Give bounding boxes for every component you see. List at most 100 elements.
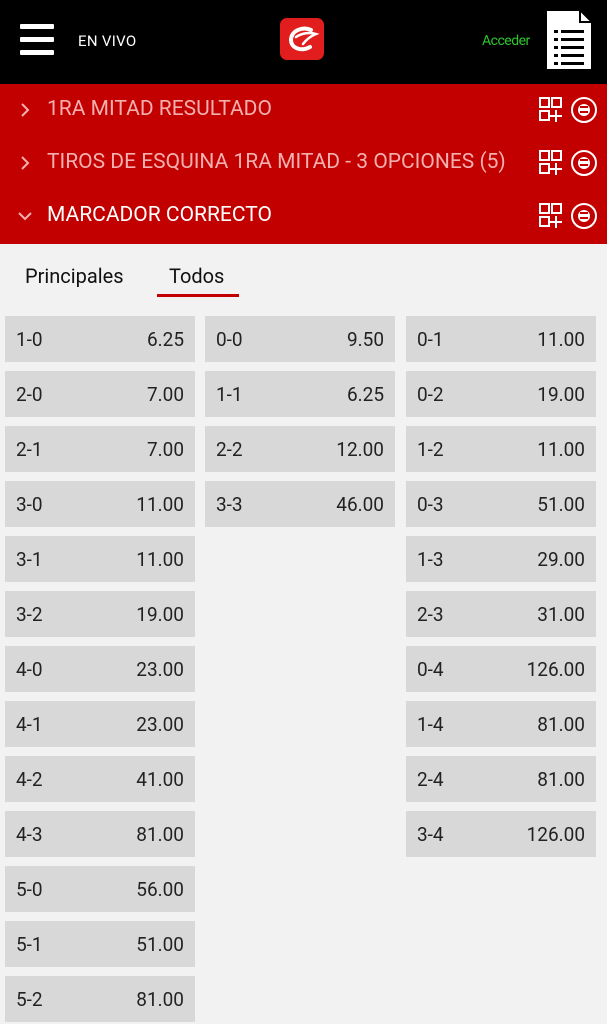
odds-button[interactable]: 5-1 51.00 (5, 921, 195, 967)
tab-principales[interactable]: Principales (25, 264, 124, 288)
score-label: 5-1 (16, 933, 43, 956)
odds-button[interactable]: 3-4 126.00 (406, 811, 596, 857)
score-label: 4-2 (16, 768, 43, 791)
odds-value: 51.00 (136, 933, 184, 956)
odds-button[interactable]: 2-3 31.00 (406, 591, 596, 637)
odds-button[interactable]: 2-2 12.00 (205, 426, 395, 472)
odds-button[interactable]: 2-1 7.00 (5, 426, 195, 472)
cash-refresh-icon[interactable] (571, 203, 597, 229)
score-label: 3-4 (417, 823, 444, 846)
live-link[interactable]: EN VIVO (78, 32, 136, 50)
score-label: 2-4 (417, 768, 444, 791)
selection-tabs: Principales Todos (0, 244, 607, 302)
cash-refresh-icon[interactable] (571, 150, 597, 176)
odds-button[interactable]: 2-4 81.00 (406, 756, 596, 802)
chevron-right-icon (21, 103, 30, 117)
add-grid-icon[interactable] (539, 97, 562, 122)
odds-value: 81.00 (136, 988, 184, 1011)
score-label: 3-3 (216, 493, 243, 516)
odds-value: 51.00 (537, 493, 585, 516)
menu-icon[interactable] (20, 24, 54, 56)
score-label: 3-0 (16, 493, 43, 516)
odds-button[interactable]: 0-3 51.00 (406, 481, 596, 527)
odds-button[interactable]: 1-0 6.25 (5, 316, 195, 362)
market-row-first-half-result[interactable]: 1RA MITAD RESULTADO (0, 84, 607, 137)
score-label: 1-2 (417, 438, 444, 461)
score-label: 1-1 (216, 383, 243, 406)
odds-value: 11.00 (537, 328, 585, 351)
odds-value: 6.25 (346, 383, 384, 406)
market-list: 1RA MITAD RESULTADO TIROS DE ESQUINA 1RA… (0, 84, 607, 244)
odds-button[interactable]: 0-4 126.00 (406, 646, 596, 692)
odds-value: 11.00 (136, 493, 184, 516)
odds-button[interactable]: 2-0 7.00 (5, 371, 195, 417)
odds-value: 29.00 (537, 548, 585, 571)
odds-button[interactable]: 1-3 29.00 (406, 536, 596, 582)
odds-button[interactable]: 1-4 81.00 (406, 701, 596, 747)
score-label: 2-1 (16, 438, 43, 461)
score-label: 3-2 (16, 603, 43, 626)
odds-value: 6.25 (146, 328, 184, 351)
odds-button[interactable]: 4-1 23.00 (5, 701, 195, 747)
odds-value: 81.00 (136, 823, 184, 846)
odds-button[interactable]: 4-0 23.00 (5, 646, 195, 692)
market-title: MARCADOR CORRECTO (47, 203, 272, 227)
add-grid-icon[interactable] (539, 203, 562, 228)
score-label: 5-0 (16, 878, 43, 901)
odds-button[interactable]: 0-1 11.00 (406, 316, 596, 362)
odds-button[interactable]: 3-1 11.00 (5, 536, 195, 582)
score-label: 1-4 (417, 713, 444, 736)
odds-button[interactable]: 5-2 81.00 (5, 976, 195, 1022)
score-label: 5-2 (16, 988, 43, 1011)
odds-value: 31.00 (537, 603, 585, 626)
score-label: 0-2 (417, 383, 444, 406)
market-row-corners[interactable]: TIROS DE ESQUINA 1RA MITAD - 3 OPCIONES … (0, 137, 607, 190)
odds-button[interactable]: 4-2 41.00 (5, 756, 195, 802)
chevron-down-icon (18, 212, 32, 221)
odds-button[interactable]: 3-2 19.00 (5, 591, 195, 637)
odds-value: 7.00 (146, 438, 184, 461)
odds-button[interactable]: 4-3 81.00 (5, 811, 195, 857)
score-label: 3-1 (16, 548, 43, 571)
odds-value: 23.00 (136, 713, 184, 736)
odds-button[interactable]: 0-2 19.00 (406, 371, 596, 417)
odds-button[interactable]: 3-0 11.00 (5, 481, 195, 527)
market-row-correct-score[interactable]: MARCADOR CORRECTO (0, 190, 607, 243)
score-label: 2-2 (216, 438, 243, 461)
odds-value: 7.00 (146, 383, 184, 406)
score-label: 4-3 (16, 823, 43, 846)
odds-button[interactable]: 1-2 11.00 (406, 426, 596, 472)
odds-value: 56.00 (136, 878, 184, 901)
market-title: TIROS DE ESQUINA 1RA MITAD - 3 OPCIONES … (47, 150, 506, 174)
score-label: 0-4 (417, 658, 444, 681)
score-label: 1-0 (16, 328, 43, 351)
score-label: 1-3 (417, 548, 444, 571)
odds-value: 41.00 (136, 768, 184, 791)
login-link[interactable]: Acceder (482, 33, 530, 49)
odds-button[interactable]: 3-3 46.00 (205, 481, 395, 527)
score-label: 0-1 (417, 328, 444, 351)
odds-value: 126.00 (526, 658, 585, 681)
betslip-document-icon[interactable] (544, 8, 594, 72)
odds-value: 9.50 (346, 328, 384, 351)
market-title: 1RA MITAD RESULTADO (47, 97, 272, 121)
odds-value: 11.00 (136, 548, 184, 571)
odds-value: 12.00 (336, 438, 384, 461)
chevron-right-icon (21, 156, 30, 170)
top-bar: EN VIVO Acceder (0, 0, 607, 84)
odds-value: 81.00 (537, 713, 585, 736)
score-label: 0-3 (417, 493, 444, 516)
odds-button[interactable]: 5-0 56.00 (5, 866, 195, 912)
odds-value: 19.00 (537, 383, 585, 406)
odds-value: 11.00 (537, 438, 585, 461)
cash-refresh-icon[interactable] (571, 97, 597, 123)
odds-value: 19.00 (136, 603, 184, 626)
tab-todos[interactable]: Todos (169, 264, 224, 288)
add-grid-icon[interactable] (539, 150, 562, 175)
brand-logo-icon[interactable] (280, 18, 324, 60)
score-label: 0-0 (216, 328, 243, 351)
score-label: 2-3 (417, 603, 444, 626)
odds-button[interactable]: 1-1 6.25 (205, 371, 395, 417)
odds-value: 23.00 (136, 658, 184, 681)
odds-button[interactable]: 0-0 9.50 (205, 316, 395, 362)
